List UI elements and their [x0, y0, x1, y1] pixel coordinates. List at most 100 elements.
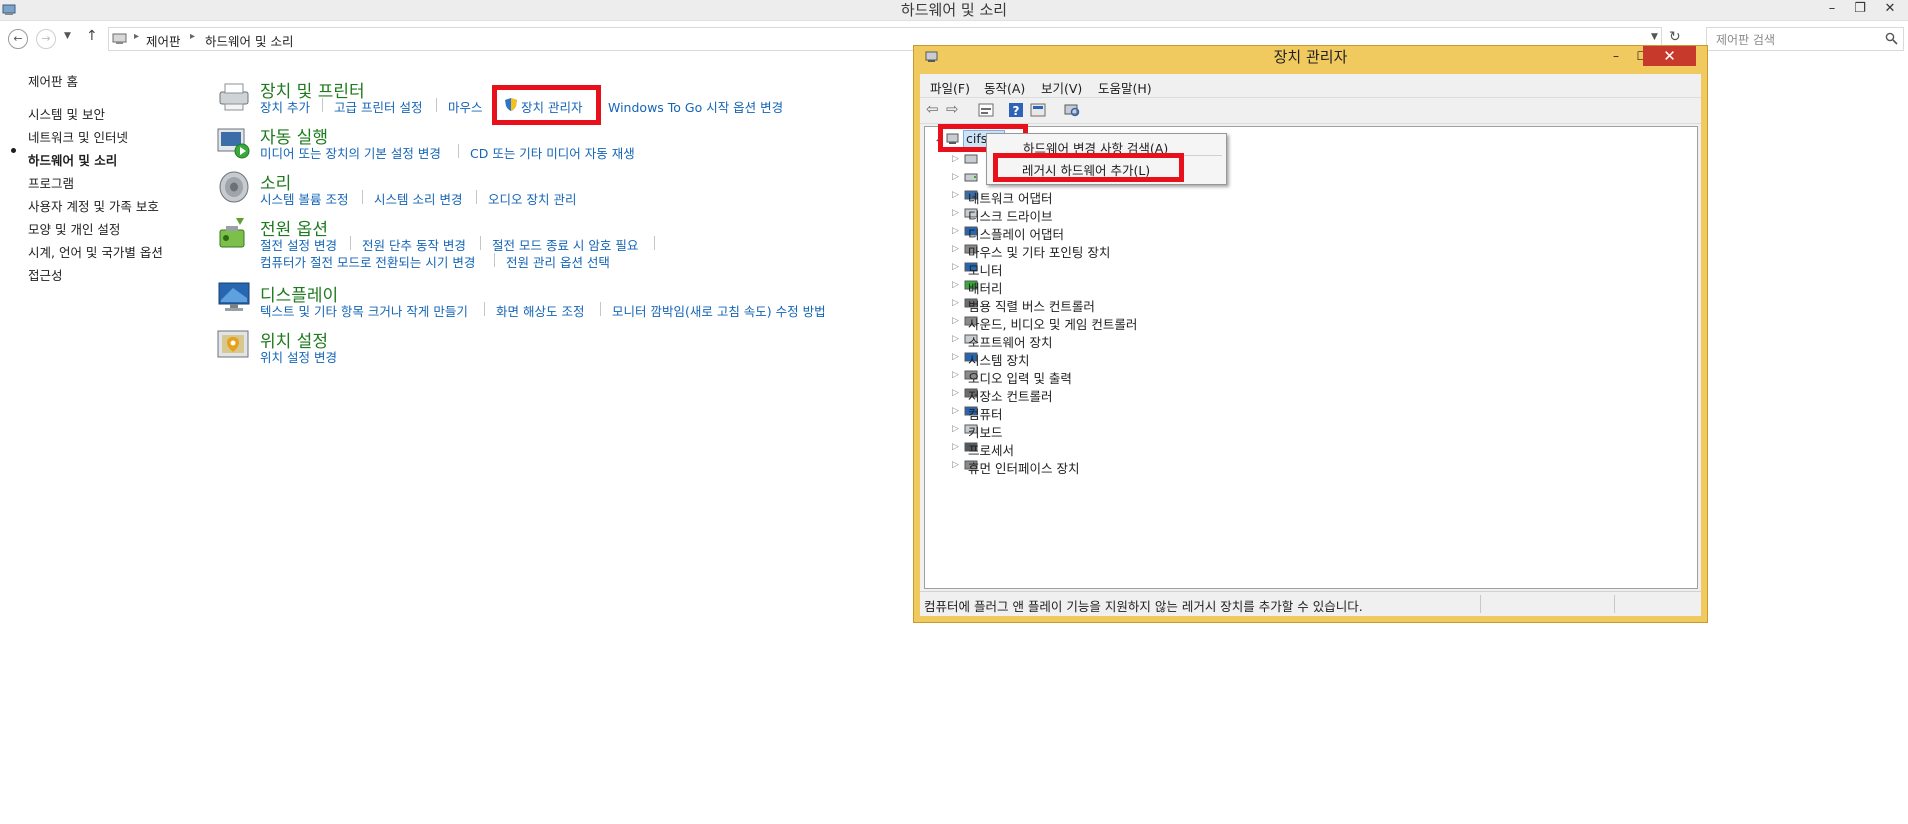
link-mouse[interactable]: 마우스: [448, 97, 483, 116]
status-text: 컴퓨터에 플러그 앤 플레이 기능을 지원하지 않는 레거시 장치를 추가할 수…: [924, 599, 1363, 614]
tree-item[interactable]: 모니터: [968, 260, 1003, 279]
tree-expand-arrow-icon[interactable]: ▷: [952, 280, 959, 290]
link-default-media-settings[interactable]: 미디어 또는 장치의 기본 설정 변경: [260, 143, 441, 162]
toolbar-properties-icon[interactable]: [978, 103, 994, 117]
link-change-sleep-time[interactable]: 컴퓨터가 절전 모드로 전환되는 시기 변경: [260, 252, 475, 271]
tree-item[interactable]: 디스크 드라이브: [968, 206, 1052, 225]
link-separator: [322, 98, 323, 112]
tree-expand-arrow-icon[interactable]: ▷: [952, 244, 959, 254]
menu-file[interactable]: 파일(F): [930, 78, 970, 97]
tree-expand-arrow-icon[interactable]: ▷: [952, 388, 959, 398]
location-settings-icon: [217, 330, 249, 358]
tree-expand-arrow-icon[interactable]: ▷: [952, 370, 959, 380]
device-manager-title: 장치 관리자: [1273, 48, 1348, 66]
tree-expand-arrow-icon[interactable]: ▷: [952, 226, 959, 236]
tree-item[interactable]: 저장소 컨트롤러: [968, 386, 1052, 405]
tree-expand-arrow-icon[interactable]: ▷: [952, 352, 959, 362]
tree-expand-arrow-icon[interactable]: ▷: [952, 406, 959, 416]
nav-appearance[interactable]: 모양 및 개인 설정: [28, 219, 120, 238]
tree-item[interactable]: 컴퓨터: [968, 404, 1003, 423]
nav-programs[interactable]: 프로그램: [28, 173, 74, 192]
menu-action[interactable]: 동작(A): [984, 78, 1025, 97]
tree-expand-arrow-icon[interactable]: ▷: [952, 442, 959, 452]
dm-minimize-button[interactable]: –: [1602, 46, 1630, 66]
tree-item[interactable]: 마우스 및 기타 포인팅 장치: [968, 242, 1110, 261]
breadcrumb-item-hardware-and-sound[interactable]: 하드웨어 및 소리: [205, 31, 293, 50]
link-separator: [458, 144, 459, 158]
tree-item[interactable]: 디스플레이 어댑터: [968, 224, 1064, 243]
tree-item[interactable]: 네트워크 어댑터: [968, 188, 1052, 207]
tree-expand-arrow-icon[interactable]: ▷: [952, 316, 959, 326]
link-fix-monitor-flicker[interactable]: 모니터 깜박임(새로 고침 속도) 수정 방법: [612, 301, 826, 320]
tree-expand-arrow-icon[interactable]: ▷: [952, 172, 959, 182]
toolbar-help-icon[interactable]: ?: [1008, 102, 1024, 118]
dm-close-button[interactable]: ✕: [1643, 46, 1696, 66]
recent-pages-chevron-icon[interactable]: ▼: [64, 31, 71, 41]
tree-item[interactable]: 휴먼 인터페이스 장치: [968, 458, 1079, 477]
toolbar-update-driver-icon[interactable]: [1030, 103, 1046, 117]
tree-item-icon: [964, 154, 978, 164]
tree-expand-arrow-icon[interactable]: ▷: [952, 424, 959, 434]
highlight-box-device-manager: [492, 85, 601, 125]
search-input[interactable]: 제어판 검색: [1716, 31, 1775, 48]
forward-button[interactable]: →: [36, 29, 56, 49]
link-advanced-printer-setup[interactable]: 고급 프린터 설정: [334, 97, 422, 116]
restore-button[interactable]: ❐: [1846, 0, 1874, 20]
back-button[interactable]: ←: [8, 29, 28, 49]
nav-hardware-and-sound[interactable]: 하드웨어 및 소리: [28, 150, 117, 169]
tree-expand-arrow-icon[interactable]: ▷: [952, 190, 959, 200]
toolbar-scan-hardware-icon[interactable]: [1064, 102, 1080, 118]
minimize-button[interactable]: –: [1818, 0, 1846, 20]
link-cd-autoplay[interactable]: CD 또는 기타 미디어 자동 재생: [470, 143, 635, 162]
tree-item[interactable]: 소프트웨어 장치: [968, 332, 1052, 351]
printer-icon: [219, 83, 249, 111]
address-dropdown-chevron-icon[interactable]: ▼: [1651, 32, 1658, 42]
tree-item[interactable]: 사운드, 비디오 및 게임 컨트롤러: [968, 314, 1137, 333]
link-adjust-system-volume[interactable]: 시스템 볼륨 조정: [260, 189, 348, 208]
menu-view[interactable]: 보기(V): [1041, 78, 1082, 97]
tree-item[interactable]: 범용 직렬 버스 컨트롤러: [968, 296, 1095, 315]
refresh-icon[interactable]: ↻: [1669, 29, 1681, 45]
search-icon[interactable]: [1885, 32, 1898, 45]
link-add-device[interactable]: 장치 추가: [260, 97, 310, 116]
link-adjust-screen-resolution[interactable]: 화면 해상도 조정: [496, 301, 584, 320]
nav-user-accounts[interactable]: 사용자 계정 및 가족 보호: [28, 196, 159, 215]
toolbar-back-icon[interactable]: ⇦: [926, 100, 939, 118]
tree-expand-arrow-icon[interactable]: ▷: [952, 262, 959, 272]
tree-expand-arrow-icon[interactable]: ▷: [952, 460, 959, 470]
control-panel-icon: [112, 33, 127, 44]
tree-expand-arrow-icon[interactable]: ▷: [952, 154, 959, 164]
nav-ease-of-access[interactable]: 접근성: [28, 265, 63, 284]
link-change-location-settings[interactable]: 위치 설정 변경: [260, 347, 337, 366]
nav-network-and-internet[interactable]: 네트워크 및 인터넷: [28, 127, 128, 146]
link-manage-audio-devices[interactable]: 오디오 장치 관리: [488, 189, 576, 208]
tree-expand-arrow-icon[interactable]: ▷: [952, 208, 959, 218]
up-button[interactable]: ↑: [86, 28, 98, 44]
svg-text:?: ?: [1013, 104, 1020, 118]
toolbar-forward-icon[interactable]: ⇨: [946, 100, 959, 118]
link-separator: [600, 302, 601, 316]
tree-item[interactable]: 프로세서: [968, 440, 1014, 459]
tree-item[interactable]: 시스템 장치: [968, 350, 1029, 369]
link-separator: [436, 98, 437, 112]
nav-clock-language-region[interactable]: 시계, 언어 및 국가별 옵션: [28, 242, 163, 261]
link-windows-to-go[interactable]: Windows To Go 시작 옵션 변경: [608, 97, 783, 116]
nav-control-panel-home[interactable]: 제어판 홈: [28, 71, 78, 90]
breadcrumb-separator-icon: ▸: [190, 31, 196, 42]
link-separator: [654, 236, 655, 250]
link-separator: [494, 253, 495, 267]
breadcrumb-item-control-panel[interactable]: 제어판: [146, 31, 181, 50]
link-choose-power-plan[interactable]: 전원 관리 옵션 선택: [506, 252, 610, 271]
link-text-size[interactable]: 텍스트 및 기타 항목 크거나 작게 만들기: [260, 301, 468, 320]
link-change-system-sounds[interactable]: 시스템 소리 변경: [374, 189, 462, 208]
tree-expand-arrow-icon[interactable]: ▷: [952, 334, 959, 344]
tree-expand-arrow-icon[interactable]: ▷: [952, 298, 959, 308]
nav-system-and-security[interactable]: 시스템 및 보안: [28, 104, 105, 123]
menu-help[interactable]: 도움말(H): [1098, 78, 1152, 97]
close-button[interactable]: ✕: [1876, 0, 1904, 20]
tree-item[interactable]: 배터리: [968, 278, 1003, 297]
search-box[interactable]: 제어판 검색: [1706, 27, 1904, 51]
tree-item[interactable]: 키보드: [968, 422, 1003, 441]
tree-item[interactable]: 오디오 입력 및 출력: [968, 368, 1072, 387]
autoplay-icon: [217, 128, 250, 159]
